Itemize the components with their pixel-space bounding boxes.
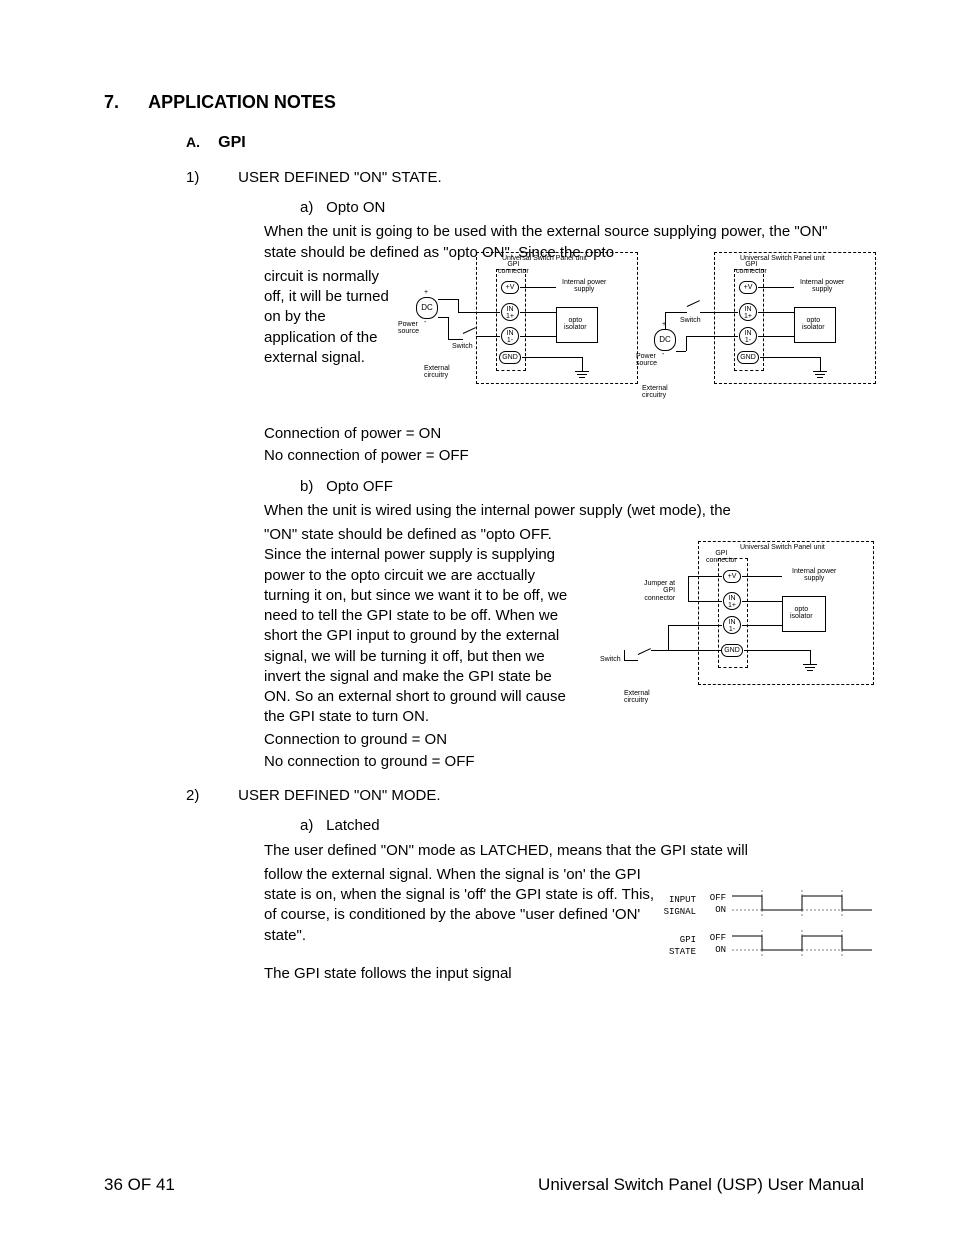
subitem-2a: a) Latched — [300, 816, 864, 836]
manual-title: Universal Switch Panel (USP) User Manual — [538, 1174, 864, 1197]
para-1a-wrap: circuit is normally off, it will be turn… — [264, 267, 399, 368]
label-jumper: Jumper at GPI connector — [644, 580, 675, 602]
page: 7. APPLICATION NOTES A. GPI 1) USER DEFI… — [0, 0, 954, 1235]
eq-1b-off: No connection to ground = OFF — [264, 752, 844, 772]
section-title: APPLICATION NOTES — [148, 92, 336, 112]
eq-1b-on: Connection to ground = ON — [264, 730, 844, 750]
item-2: 2) USER DEFINED "ON" MODE. — [186, 786, 864, 806]
pin-in1p: IN 1+ — [501, 303, 519, 321]
eq-1a-off: No connection of power = OFF — [264, 446, 844, 466]
label-input-signal: INPUT SIGNAL — [652, 894, 696, 918]
section-number: 7. — [104, 90, 144, 114]
label-gpi-conn: GPI connector — [498, 261, 529, 276]
page-number: 36 OF 41 — [104, 1174, 175, 1197]
subsection-title: GPI — [218, 134, 246, 151]
subitem-letter-2a: a) — [300, 816, 322, 836]
subitem-letter-b: b) — [300, 477, 322, 497]
label-minus: - — [424, 319, 426, 326]
label-switch: Switch — [452, 343, 473, 350]
pin-gnd: GND — [499, 351, 521, 364]
label-gpi-conn-2: GPI connector — [736, 261, 767, 276]
para-2a-wrap: follow the external signal. When the sig… — [264, 865, 659, 946]
para-1b-wrap: "ON" state should be defined as "opto OF… — [264, 525, 582, 728]
label-on-2: ON — [706, 944, 726, 956]
label-ext-circ: External circuitry — [424, 365, 450, 380]
subsection-letter: A. — [186, 133, 214, 152]
item-number: 1) — [186, 168, 234, 188]
subitem-title-b: Opto OFF — [326, 478, 393, 495]
section-heading: 7. APPLICATION NOTES — [104, 90, 864, 114]
pin-plus-v: +V — [501, 281, 519, 294]
figure-opto-off: Universal Switch Panel unit GPI connecto… — [594, 536, 874, 706]
label-off-2: OFF — [706, 932, 726, 944]
item-1: 1) USER DEFINED "ON" STATE. — [186, 168, 864, 188]
eq-1a-on: Connection of power = ON — [264, 424, 844, 444]
dc-source: DC — [416, 297, 438, 319]
subitem-title-2a: Latched — [326, 817, 379, 834]
item-number-2: 2) — [186, 786, 234, 806]
label-gpi-state: GPI STATE — [652, 934, 696, 958]
subitem-1a: a) Opto ON — [300, 198, 864, 218]
pin-in1m: IN 1- — [501, 327, 519, 345]
label-power-source: Power source — [398, 321, 419, 336]
page-footer: 36 OF 41 Universal Switch Panel (USP) Us… — [104, 1174, 864, 1197]
para-1b-intro: When the unit is wired using the interna… — [264, 501, 844, 521]
label-opto: opto isolator — [564, 317, 587, 332]
subitem-letter: a) — [300, 198, 322, 218]
para-2a-intro: The user defined "ON" mode as LATCHED, m… — [264, 841, 844, 861]
subsection-a: A. GPI — [186, 132, 864, 154]
label-off-1: OFF — [706, 892, 726, 904]
label-plus: + — [424, 289, 428, 296]
subitem-1b: b) Opto OFF — [300, 477, 864, 497]
label-int-ps: Internal power supply — [562, 279, 606, 294]
label-on-1: ON — [706, 904, 726, 916]
subitem-title: Opto ON — [326, 199, 385, 216]
item-title: USER DEFINED "ON" STATE. — [238, 168, 441, 188]
figure-timing: INPUT SIGNAL OFF ON GPI STATE OFF ON — [662, 890, 872, 970]
figure-opto-on: Universal Switch Panel unit GPI connecto… — [404, 247, 872, 392]
item-title-2: USER DEFINED "ON" MODE. — [238, 786, 440, 806]
